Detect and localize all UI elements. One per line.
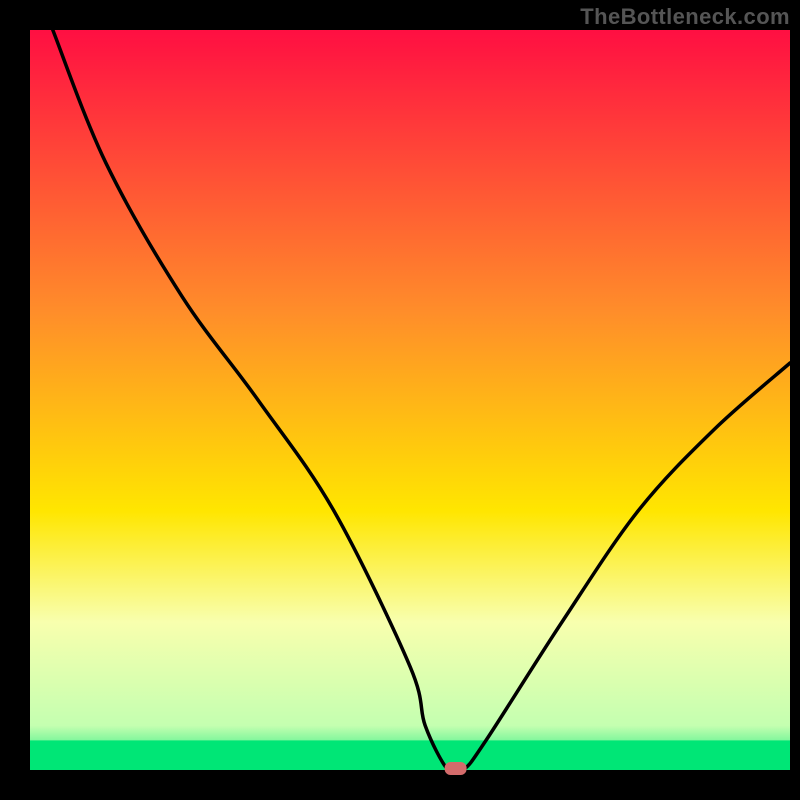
chart-stage: TheBottleneck.com [0, 0, 800, 800]
plot-area [30, 30, 790, 770]
green-strip [30, 740, 790, 770]
optimal-marker [445, 762, 467, 775]
attribution-text: TheBottleneck.com [580, 4, 790, 30]
bottleneck-chart [0, 0, 800, 800]
